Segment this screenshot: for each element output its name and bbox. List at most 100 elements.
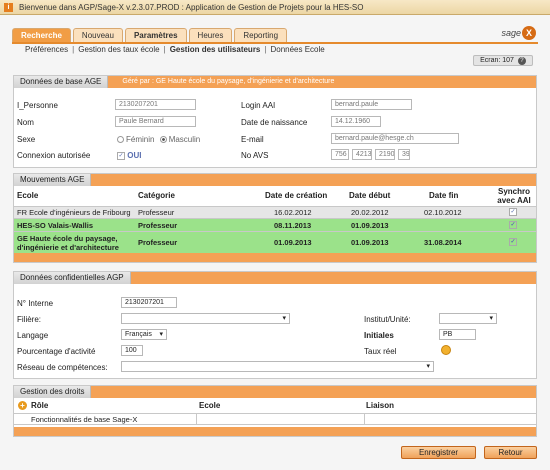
managed-by-banner: Géré par : GE Haute école du paysage, d'…	[108, 75, 536, 88]
cell-debut: 01.09.2013	[351, 221, 389, 230]
login-field[interactable]: bernard.paule	[331, 99, 412, 110]
col-synchro: Synchro avec AAI	[497, 187, 531, 205]
panel-title: Mouvements AGE	[14, 173, 92, 186]
sync-checkbox[interactable]: ✓	[509, 208, 517, 216]
initiales-field[interactable]: PB	[439, 329, 476, 340]
col-liaison: Liaison	[366, 401, 395, 410]
panel-footer	[14, 253, 536, 262]
cell-debut: 01.09.2013	[351, 238, 389, 247]
col-categorie: Catégorie	[138, 191, 175, 200]
cell-divider	[196, 414, 197, 425]
main-nav: Recherche Nouveau Paramètres Heures Repo…	[12, 28, 288, 42]
panel-header-fill	[91, 385, 536, 398]
taux-label: Taux réel	[364, 347, 397, 356]
avs-field-2[interactable]: 4213	[352, 149, 372, 160]
sync-checkbox[interactable]: ✓	[509, 238, 517, 246]
base-data-panel: Données de base AGE Géré par : GE Haute …	[13, 75, 537, 168]
sage-x-logo: sage X	[501, 26, 536, 40]
interne-field[interactable]: 2130207201	[121, 297, 177, 308]
back-button[interactable]: Retour	[484, 446, 537, 459]
interne-label: N° Interne	[17, 299, 54, 308]
subnav-separator: |	[163, 45, 166, 54]
cell-ecole: HES-SO Valais-Wallis	[17, 221, 93, 230]
sync-checkbox[interactable]: ✓	[509, 221, 517, 229]
langage-label: Langage	[17, 331, 49, 340]
screen-id-label: Ecran: 107	[480, 57, 514, 64]
cell-creation: 08.11.2013	[274, 221, 312, 230]
email-field[interactable]: bernard.paule@hesge.ch	[331, 133, 459, 144]
panel-header: Mouvements AGE	[14, 173, 536, 186]
tab-nouveau[interactable]: Nouveau	[72, 28, 123, 42]
subnav-separator: |	[72, 45, 75, 54]
confidential-panel: Données confidentielles AGP N° Interne 2…	[13, 271, 537, 379]
langage-value: Français	[125, 331, 152, 338]
subnav-taux-ecole[interactable]: Gestion des taux école	[78, 45, 159, 54]
logo-mark: X	[522, 26, 536, 40]
info-icon: i	[4, 2, 13, 12]
institut-select[interactable]: ▾	[439, 313, 497, 324]
tab-recherche[interactable]: Recherche	[12, 28, 71, 42]
screen-id-badge: Ecran: 107 ?	[473, 55, 533, 66]
avs-field-4[interactable]: 39	[398, 149, 410, 160]
panel-header: Gestion des droits	[14, 385, 536, 398]
nav-divider	[12, 42, 538, 44]
langage-select[interactable]: Français ▾	[121, 329, 167, 340]
cell-categorie: Professeur	[138, 238, 178, 247]
naissance-field[interactable]: 14.12.1960	[331, 116, 381, 127]
cell-categorie: Professeur	[138, 221, 178, 230]
tab-reporting[interactable]: Reporting	[234, 28, 288, 42]
panel-footer	[14, 427, 536, 436]
personne-field[interactable]: 2130207201	[115, 99, 196, 110]
nom-field[interactable]: Paule Bernard	[115, 116, 196, 127]
panel-header: Données de base AGE Géré par : GE Haute …	[14, 75, 536, 88]
add-icon[interactable]: +	[18, 401, 27, 410]
rights-panel: Gestion des droits + Rôle Ecole Liaison …	[13, 385, 537, 437]
avs-field-1[interactable]: 756	[331, 149, 349, 160]
sub-nav: Préférences | Gestion des taux école | G…	[25, 45, 325, 54]
institut-label: Institut/Unité:	[364, 315, 411, 324]
cell-creation: 01.09.2013	[274, 238, 312, 247]
personne-label: I_Personne	[17, 101, 58, 110]
col-ecole: Ecole	[17, 191, 39, 200]
chevron-down-icon: ▾	[282, 315, 286, 322]
connexion-label: Connexion autorisée	[17, 151, 91, 160]
subnav-donnees-ecole[interactable]: Données Ecole	[270, 45, 324, 54]
table-row[interactable]: Fonctionnalités de base Sage-X	[14, 413, 536, 425]
avs-label: No AVS	[241, 151, 269, 160]
panel-title: Données confidentielles AGP	[14, 271, 131, 284]
col-creation: Date de création	[265, 191, 328, 200]
save-button[interactable]: Enregistrer	[401, 446, 476, 459]
reseau-select[interactable]: ▾	[121, 361, 434, 372]
login-label: Login AAI	[241, 101, 276, 110]
panel-header-fill	[130, 271, 536, 284]
masculin-radio[interactable]	[159, 136, 167, 144]
cell-ecole: GE Haute école du paysage, d'ingénierie …	[17, 234, 119, 252]
sexe-radio-group: Féminin Masculin	[117, 135, 200, 144]
filiere-select[interactable]: ▾	[121, 313, 290, 324]
masculin-label: Masculin	[168, 135, 201, 144]
help-icon[interactable]: ?	[517, 57, 526, 65]
panel-header: Données confidentielles AGP	[14, 271, 536, 284]
feminin-radio[interactable]	[117, 136, 124, 144]
cell-divider	[364, 414, 365, 425]
connexion-checkbox[interactable]: ✓	[117, 151, 125, 160]
col-ecole: Ecole	[199, 401, 221, 410]
subnav-preferences[interactable]: Préférences	[25, 45, 68, 54]
mouvements-panel: Mouvements AGE Ecole Catégorie Date de c…	[13, 173, 537, 263]
tab-parametres[interactable]: Paramètres	[124, 28, 187, 42]
tab-heures[interactable]: Heures	[188, 28, 233, 42]
subnav-utilisateurs[interactable]: Gestion des utilisateurs	[170, 45, 261, 54]
feminin-label: Féminin	[126, 135, 155, 144]
col-role: Rôle	[31, 401, 49, 410]
search-icon[interactable]	[441, 345, 451, 355]
initiales-label: Initiales	[364, 331, 394, 340]
chevron-down-icon: ▾	[159, 331, 163, 338]
logo-text: sage	[501, 28, 521, 38]
avs-field-3[interactable]: 2190	[375, 149, 395, 160]
table-row[interactable]: FR Ecole d'ingénieurs de Fribourg Profes…	[14, 206, 536, 218]
email-label: E-mail	[241, 135, 264, 144]
table-row[interactable]: HES-SO Valais-Wallis Professeur 08.11.20…	[14, 218, 536, 231]
cell-debut: 20.02.2012	[351, 208, 389, 217]
table-row[interactable]: GE Haute école du paysage, d'ingénierie …	[14, 231, 536, 253]
pourcentage-field[interactable]: 100	[121, 345, 143, 356]
